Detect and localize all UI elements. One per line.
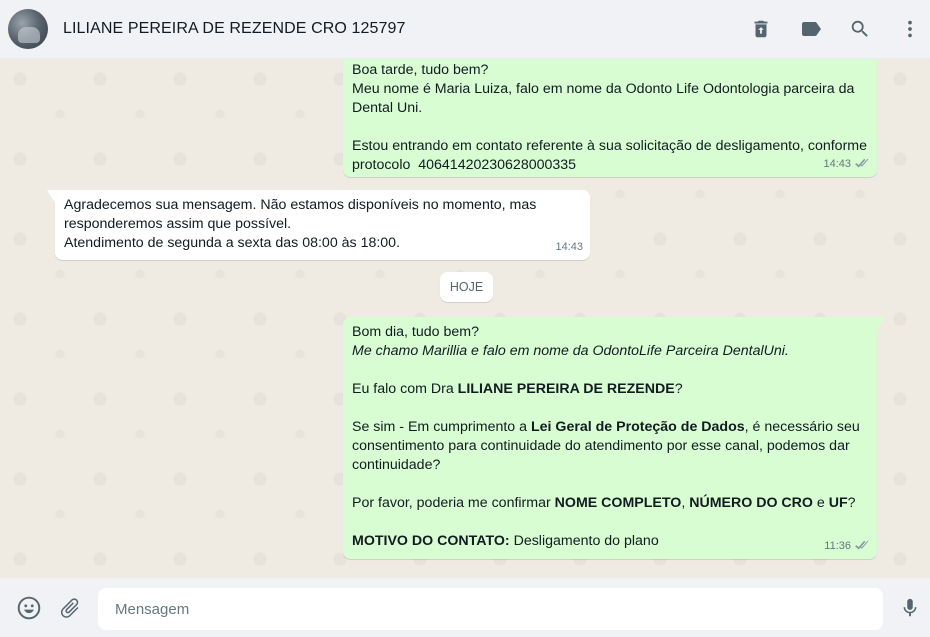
message-time: 14:43 <box>823 158 851 170</box>
chat-area[interactable]: Boa tarde, tudo bem? Meu nome é Maria Lu… <box>0 59 930 578</box>
read-ticks-icon <box>855 541 869 550</box>
message-line: Atendimento de segunda a sexta das 08:00… <box>64 235 401 251</box>
message-input[interactable] <box>98 588 883 630</box>
message-bubble-incoming[interactable]: Agradecemos sua mensagem. Não estamos di… <box>47 190 590 260</box>
message-line: Dental Uni. <box>352 100 423 116</box>
message-blank-line <box>352 399 868 418</box>
message-line: Bom dia, tudo bem? <box>352 324 479 340</box>
message-line: Se sim - Em cumprimento a Lei Geral de P… <box>352 419 860 435</box>
contact-name[interactable]: LILIANE PEREIRA DE REZENDE CRO 125797 <box>63 20 406 38</box>
message-composer <box>0 578 930 637</box>
message-line: Meu nome é Maria Luiza, falo em nome da … <box>352 81 855 97</box>
message-line: consentimento para continuidade do atend… <box>352 438 850 454</box>
contact-avatar[interactable] <box>8 9 48 49</box>
label-icon[interactable] <box>799 17 823 41</box>
message-meta: 11:36 <box>824 539 870 554</box>
emoji-icon[interactable] <box>16 595 42 621</box>
message-line: MOTIVO DO CONTATO: Desligamento do plano <box>352 533 659 549</box>
message-blank-line <box>352 475 868 494</box>
message-line: Boa tarde, tudo bem? <box>352 62 489 78</box>
message-blank-line <box>352 513 868 532</box>
message-bubble-outgoing[interactable]: Boa tarde, tudo bem? Meu nome é Maria Lu… <box>343 59 877 177</box>
message-line <box>352 118 868 137</box>
message-line: Estou entrando em contato referente à su… <box>352 138 867 154</box>
message-blank-line <box>352 361 868 380</box>
message-line: continuidade? <box>352 457 441 473</box>
microphone-icon[interactable] <box>897 595 923 621</box>
message-time: 14:43 <box>555 241 583 253</box>
delete-icon[interactable] <box>749 17 773 41</box>
message-line: Eu falo com Dra LILIANE PEREIRA DE REZEN… <box>352 381 683 397</box>
message-line: Me chamo Marillia e falo em nome da Odon… <box>352 343 789 359</box>
message-line: Agradecemos sua mensagem. Não estamos di… <box>64 197 537 213</box>
chat-header: LILIANE PEREIRA DE REZENDE CRO 125797 <box>0 0 930 59</box>
attach-icon[interactable] <box>57 595 83 621</box>
message-time: 11:36 <box>824 540 851 552</box>
message-meta: 14:43 <box>823 157 870 172</box>
bubble-tail <box>47 190 55 203</box>
message-line: responderemos assim que possível. <box>64 216 292 232</box>
message-bubble-outgoing[interactable]: Bom dia, tudo bem? Me chamo Marillia e f… <box>343 317 885 559</box>
read-ticks-icon <box>855 159 869 168</box>
message-meta: 14:43 <box>555 240 583 255</box>
menu-icon[interactable] <box>898 17 922 41</box>
bubble-tail <box>877 317 885 330</box>
search-icon[interactable] <box>848 17 872 41</box>
message-line: Por favor, poderia me confirmar NOME COM… <box>352 495 856 511</box>
message-line: protocolo 40641420230628000335 <box>352 157 577 173</box>
day-separator: HOJE <box>440 272 493 302</box>
